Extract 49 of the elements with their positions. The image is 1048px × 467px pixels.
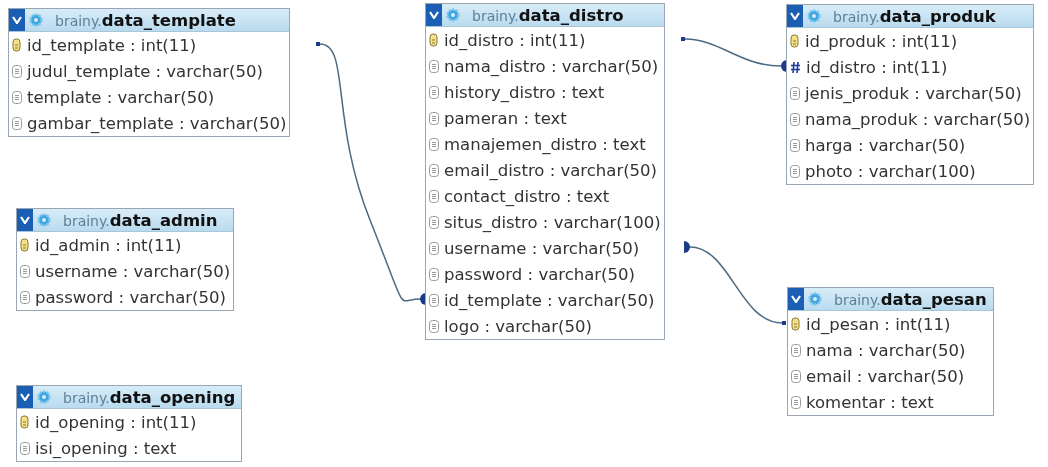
table-title: brainy.data_template	[55, 10, 236, 30]
table-title: brainy.data_opening	[63, 387, 236, 407]
toggle-icon[interactable]	[9, 9, 25, 31]
column-label: contact_distro : text	[444, 186, 610, 206]
table-card[interactable]: brainy.data_pesan id_pesan : int(11) nama : varchar(50) email : varchar(50) komentar : text	[787, 287, 994, 416]
column-label: gambar_template : varchar(50)	[27, 113, 287, 133]
table-title: brainy.data_distro	[472, 5, 624, 25]
column-label: id_distro : int(11)	[444, 30, 586, 50]
column-label: username : varchar(50)	[35, 261, 231, 281]
toggle-icon[interactable]	[788, 288, 804, 310]
column-label: komentar : text	[806, 392, 934, 412]
column-label: id_admin : int(11)	[35, 235, 182, 255]
column-label: password : varchar(50)	[444, 264, 635, 284]
column-label: isi_opening : text	[35, 438, 177, 458]
table-card[interactable]: brainy.data_opening id_opening : int(11) isi_opening : text	[16, 385, 243, 462]
table-card[interactable]: brainy.data_admin id_admin : int(11) username : varchar(50) password : varchar(50)	[16, 208, 235, 311]
column-label: nama : varchar(50)	[806, 340, 966, 360]
column-label: photo : varchar(100)	[805, 161, 976, 181]
toggle-icon[interactable]	[787, 5, 803, 27]
column-label: email : varchar(50)	[806, 366, 965, 386]
table-card[interactable]	[425, 3, 665, 340]
column-label: jenis_produk : varchar(50)	[805, 83, 1022, 103]
column-label: history_distro : text	[444, 82, 605, 102]
column-label: nama_produk : varchar(50)	[805, 109, 1031, 129]
column-label: judul_template : varchar(50)	[27, 61, 263, 81]
table-title: brainy.data_produk	[833, 6, 996, 26]
table-title: brainy.data_admin	[63, 210, 218, 230]
column-label: pameran : text	[444, 108, 567, 128]
column-label: template : varchar(50)	[27, 87, 215, 107]
column-label: logo : varchar(50)	[444, 316, 592, 336]
column-label: id_pesan : int(11)	[806, 314, 951, 334]
column-label: id_opening : int(11)	[35, 412, 197, 432]
table-title: brainy.data_pesan	[834, 289, 987, 309]
column-label: id_template : int(11)	[27, 35, 197, 55]
column-label: id_produk : int(11)	[805, 31, 958, 51]
column-label: situs_distro : varchar(100)	[444, 212, 661, 232]
table-card[interactable]: brainy.data_produk id_produk : int(11) id_distro : int(11) jenis_produk : varchar(50) nama_produk : varchar(50) harga : varchar(50) photo : varchar(100)	[786, 4, 1035, 185]
column-label: harga : varchar(50)	[805, 135, 966, 155]
column-label: id_distro : int(11)	[806, 57, 948, 77]
column-label: password : varchar(50)	[35, 287, 226, 307]
column-label: email_distro : varchar(50)	[444, 160, 658, 180]
toggle-icon[interactable]	[17, 209, 33, 231]
column-label: manajemen_distro : text	[444, 134, 646, 154]
column-label: username : varchar(50)	[444, 238, 640, 258]
toggle-icon[interactable]	[17, 386, 33, 408]
column-label: nama_distro : varchar(50)	[444, 56, 659, 76]
toggle-icon[interactable]	[426, 4, 442, 26]
column-label: id_template : varchar(50)	[444, 290, 655, 310]
table-card[interactable]: brainy.data_template id_template : int(11) judul_template : varchar(50) template : varchar(50) gambar_template : varchar(50)	[8, 8, 291, 137]
